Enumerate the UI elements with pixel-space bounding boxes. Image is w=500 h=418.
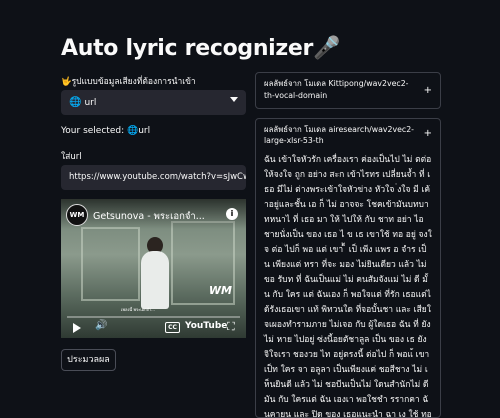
selected-text: Your selected: 🌐url [61, 126, 150, 136]
select-value: url [84, 97, 97, 108]
expander-header: ผลลัพธ์จาก โมเดล airesearch/wav2vec2-lar… [264, 125, 414, 145]
plus-icon[interactable]: + [424, 85, 432, 97]
channel-avatar[interactable]: WM [66, 204, 88, 226]
input-type-select[interactable]: 🌐 url [61, 90, 246, 115]
page-title: Auto lyric recognizer🎤 [61, 36, 341, 61]
selected-prefix: Your selected: [61, 126, 127, 136]
video-title[interactable]: Getsunova - พระเอกจำ... [93, 209, 205, 224]
play-icon[interactable] [73, 323, 81, 333]
selected-value: url [138, 126, 151, 136]
transcript-text: ฉัน เข้าใจหัวรัก เครื่องเรา ค่องเป็นไป ไ… [264, 155, 432, 418]
expander-header: ผลลัพธ์จาก โมเดล Kittipong/wav2vec2-th-v… [264, 79, 409, 100]
video-progress-bar[interactable] [67, 316, 240, 318]
video-controls: 🔊 CC YouTube ⛶ [61, 319, 246, 338]
url-label: ใส่url [61, 152, 82, 162]
input-type-label: 🤟รูปแบบข้อมูลเสียงที่ต้องการนำเข้า [61, 77, 196, 87]
youtube-logo[interactable]: YouTube [185, 321, 227, 331]
plus-icon[interactable]: + [424, 128, 432, 139]
expander-model-kittipong[interactable]: ผลลัพธ์จาก โมเดล Kittipong/wav2vec2-th-v… [255, 72, 441, 109]
globe-icon: 🌐 [69, 97, 82, 108]
expander-model-airesearch[interactable]: ผลลัพธ์จาก โมเดล airesearch/wav2vec2-lar… [255, 118, 441, 418]
chevron-down-icon[interactable] [230, 97, 238, 102]
globe-icon: 🌐 [126, 126, 139, 136]
url-input[interactable]: https://www.youtube.com/watch?v=sJwCwbK3 [61, 165, 246, 190]
video-caption: เพลงนี้ พระเอกจำ... [121, 307, 155, 312]
watermark-logo: WM [208, 284, 232, 297]
info-icon[interactable]: i [226, 208, 238, 220]
window-decor [81, 227, 140, 301]
youtube-video-player[interactable]: WM Getsunova - พระเอกจำ... i WM เพลงนี้ … [61, 199, 246, 338]
volume-icon[interactable]: 🔊 [95, 320, 107, 331]
fullscreen-icon[interactable]: ⛶ [227, 320, 235, 334]
person-body [141, 251, 169, 309]
cc-icon[interactable]: CC [165, 322, 180, 333]
process-button[interactable]: ประมวลผล [61, 349, 116, 371]
